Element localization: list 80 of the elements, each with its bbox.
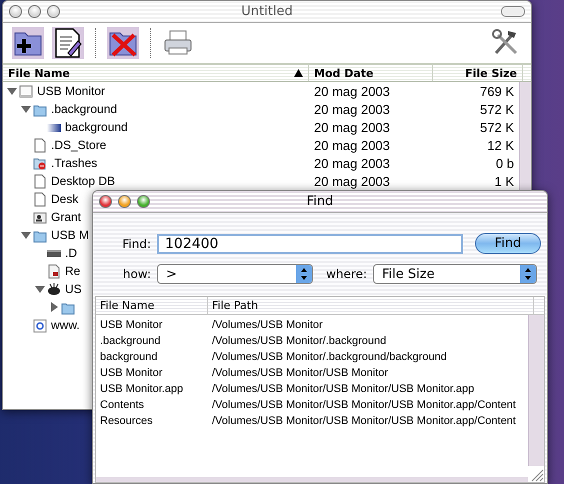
result-path[interactable]: /Volumes/USB Monitor: [208, 319, 528, 331]
result-path[interactable]: /Volumes/USB Monitor/USB Monitor/USB Monitor.app: [208, 383, 528, 395]
file-size: 769 K: [479, 84, 515, 98]
zoom-button[interactable]: [47, 5, 60, 18]
result-name[interactable]: .background: [96, 335, 208, 347]
file-name[interactable]: www.: [51, 318, 80, 332]
how-select[interactable]: >: [157, 264, 313, 284]
minimize-button[interactable]: [28, 5, 41, 18]
column-header[interactable]: File Name: [96, 297, 208, 314]
file-size: 12 K: [486, 138, 515, 152]
close-button[interactable]: [99, 195, 112, 208]
column-header[interactable]: File Name: [3, 65, 309, 81]
mod-date: 20 mag 2003: [313, 174, 391, 188]
zoom-button[interactable]: [137, 195, 150, 208]
file-name[interactable]: USB M: [51, 228, 90, 242]
column-header[interactable]: File Path: [208, 297, 534, 314]
stepper-arrows-icon[interactable]: [520, 265, 536, 283]
mod-date: 20 mag 2003: [313, 120, 391, 134]
contact-card-icon: [33, 210, 47, 224]
delete-folder-button[interactable]: [106, 26, 140, 60]
toolbar-toggle-button[interactable]: [501, 6, 525, 17]
new-folder-button[interactable]: [11, 26, 45, 60]
how-label: how:: [122, 267, 151, 281]
document-icon: [33, 192, 47, 206]
result-name[interactable]: USB Monitor: [96, 367, 208, 379]
document-icon: [47, 264, 61, 278]
document-icon: [33, 174, 47, 188]
find-field[interactable]: 102400: [157, 234, 463, 254]
disclosure-triangle[interactable]: [35, 284, 45, 294]
column-header[interactable]: Mod Date: [309, 65, 433, 81]
document-icon: [33, 138, 47, 152]
where-select[interactable]: File Size: [373, 264, 537, 284]
file-name[interactable]: .background: [51, 102, 118, 116]
mod-date: 20 mag 2003: [313, 102, 391, 116]
disclosure-triangle[interactable]: [7, 86, 17, 96]
drive-icon: [19, 84, 33, 98]
folder-icon: [33, 156, 47, 170]
file-name[interactable]: US: [65, 282, 82, 296]
disclosure-triangle[interactable]: [49, 302, 59, 312]
file-name[interactable]: .Trashes: [51, 156, 98, 170]
window-title: Untitled: [240, 4, 294, 19]
result-name[interactable]: USB Monitor: [96, 319, 208, 331]
where-label: where:: [325, 267, 367, 281]
file-size: 572 K: [479, 102, 515, 116]
mod-date: 20 mag 2003: [313, 84, 391, 98]
mod-date: 20 mag 2003: [313, 138, 391, 152]
disclosure-triangle[interactable]: [21, 230, 31, 240]
find-button[interactable]: Find: [475, 233, 541, 254]
result-name[interactable]: USB Monitor.app: [96, 383, 208, 395]
result-path[interactable]: /Volumes/USB Monitor/USB Monitor/USB Monitor.app/Content: [208, 399, 528, 411]
result-name[interactable]: Resources: [96, 415, 208, 427]
link-file-icon: [33, 318, 47, 332]
scroll-track[interactable]: [528, 315, 544, 466]
column-header[interactable]: File Size: [433, 65, 523, 81]
file-name[interactable]: Desk: [51, 192, 78, 206]
close-button[interactable]: [9, 5, 22, 18]
file-name[interactable]: background: [65, 120, 128, 134]
disclosure-triangle[interactable]: [21, 104, 31, 114]
result-name[interactable]: Contents: [96, 399, 208, 411]
file-size: 0 b: [494, 156, 515, 170]
file-name[interactable]: .DS_Store: [51, 138, 106, 152]
file-size: 1 K: [493, 174, 515, 188]
result-name[interactable]: background: [96, 351, 208, 363]
result-path[interactable]: /Volumes/USB Monitor/USB Monitor/USB Monitor.app/Content: [208, 415, 528, 427]
file-name[interactable]: Grant: [51, 210, 82, 224]
result-path[interactable]: /Volumes/USB Monitor/.background/background: [208, 351, 528, 363]
file-name[interactable]: .D: [65, 246, 77, 260]
minimize-button[interactable]: [118, 195, 131, 208]
result-path[interactable]: /Volumes/USB Monitor/.background: [208, 335, 528, 347]
stepper-arrows-icon[interactable]: [296, 265, 312, 283]
result-path[interactable]: /Volumes/USB Monitor/USB Monitor: [208, 367, 528, 379]
file-name[interactable]: Desktop DB: [51, 174, 116, 188]
find-label: Find:: [121, 236, 151, 250]
mod-date: 20 mag 2003: [313, 156, 391, 170]
file-name[interactable]: Re: [65, 264, 80, 278]
window-title: Find: [306, 194, 334, 209]
file-size: 572 K: [479, 120, 515, 134]
app-icon: [47, 282, 61, 296]
file-name[interactable]: USB Monitor: [37, 84, 106, 98]
edit-document-button[interactable]: [51, 26, 85, 60]
